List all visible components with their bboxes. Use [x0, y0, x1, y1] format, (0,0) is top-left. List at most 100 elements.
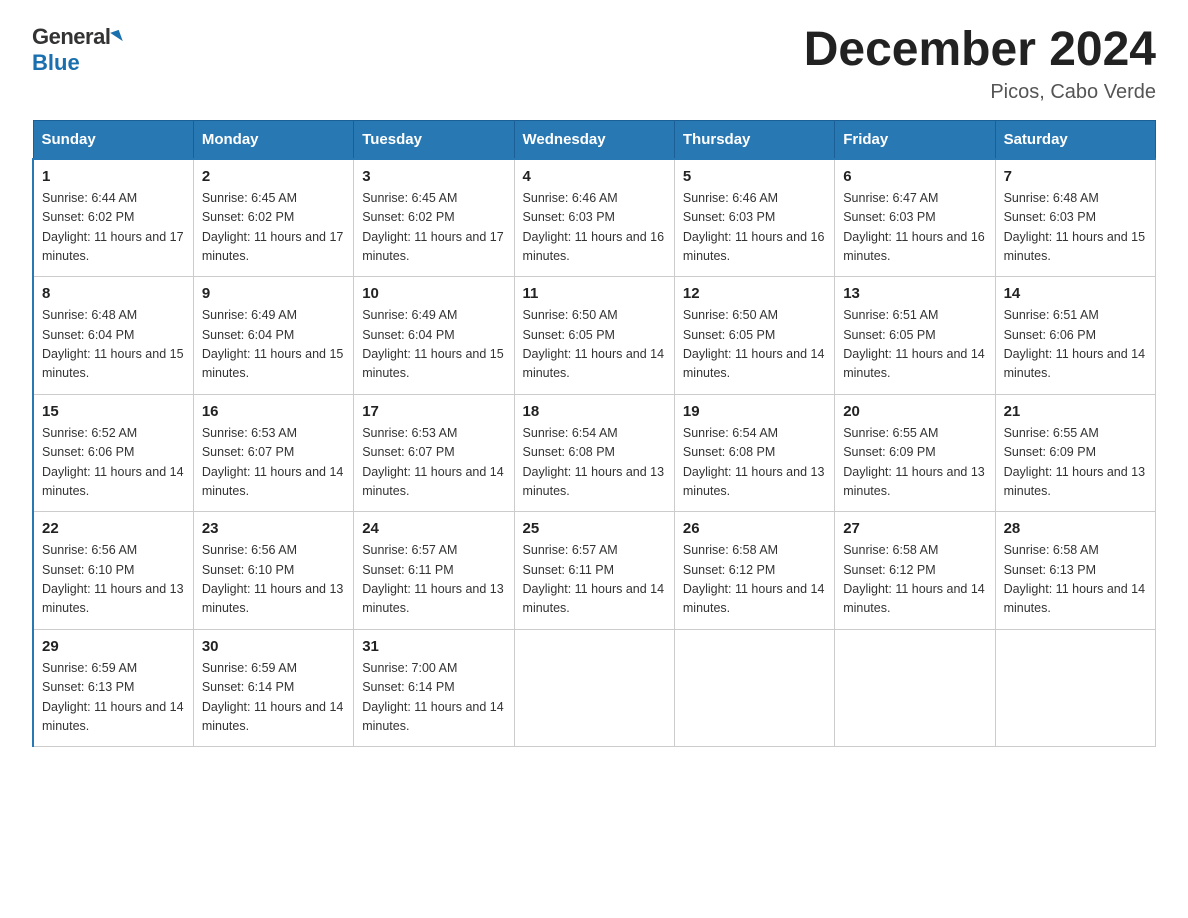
logo-general-text: General — [32, 24, 110, 50]
weekday-header-thursday: Thursday — [674, 120, 834, 159]
day-info: Sunrise: 6:55 AMSunset: 6:09 PMDaylight:… — [843, 426, 985, 498]
logo: General Blue — [32, 24, 121, 76]
day-info: Sunrise: 6:57 AMSunset: 6:11 PMDaylight:… — [523, 543, 665, 615]
day-number: 13 — [843, 285, 986, 302]
day-info: Sunrise: 6:58 AMSunset: 6:13 PMDaylight:… — [1004, 543, 1146, 615]
day-number: 8 — [42, 285, 185, 302]
day-info: Sunrise: 6:49 AMSunset: 6:04 PMDaylight:… — [202, 308, 344, 380]
calendar-cell: 31 Sunrise: 7:00 AMSunset: 6:14 PMDaylig… — [354, 629, 514, 747]
day-number: 2 — [202, 168, 345, 185]
calendar-subtitle: Picos, Cabo Verde — [804, 81, 1156, 104]
day-number: 7 — [1004, 168, 1147, 185]
calendar-cell: 4 Sunrise: 6:46 AMSunset: 6:03 PMDayligh… — [514, 159, 674, 277]
day-info: Sunrise: 6:53 AMSunset: 6:07 PMDaylight:… — [202, 426, 344, 498]
calendar-cell: 2 Sunrise: 6:45 AMSunset: 6:02 PMDayligh… — [193, 159, 353, 277]
day-number: 4 — [523, 168, 666, 185]
day-number: 26 — [683, 520, 826, 537]
calendar-title: December 2024 — [804, 24, 1156, 77]
calendar-cell: 25 Sunrise: 6:57 AMSunset: 6:11 PMDaylig… — [514, 512, 674, 630]
calendar-cell: 15 Sunrise: 6:52 AMSunset: 6:06 PMDaylig… — [33, 394, 193, 512]
calendar-cell: 22 Sunrise: 6:56 AMSunset: 6:10 PMDaylig… — [33, 512, 193, 630]
weekday-header-friday: Friday — [835, 120, 995, 159]
day-number: 24 — [362, 520, 505, 537]
logo-arrow-icon — [111, 30, 124, 44]
day-info: Sunrise: 6:56 AMSunset: 6:10 PMDaylight:… — [42, 543, 184, 615]
day-info: Sunrise: 6:44 AMSunset: 6:02 PMDaylight:… — [42, 191, 184, 263]
day-info: Sunrise: 6:51 AMSunset: 6:06 PMDaylight:… — [1004, 308, 1146, 380]
calendar-cell: 19 Sunrise: 6:54 AMSunset: 6:08 PMDaylig… — [674, 394, 834, 512]
day-info: Sunrise: 6:59 AMSunset: 6:13 PMDaylight:… — [42, 661, 184, 733]
day-number: 25 — [523, 520, 666, 537]
day-info: Sunrise: 6:53 AMSunset: 6:07 PMDaylight:… — [362, 426, 504, 498]
day-number: 5 — [683, 168, 826, 185]
week-row-5: 29 Sunrise: 6:59 AMSunset: 6:13 PMDaylig… — [33, 629, 1156, 747]
day-number: 30 — [202, 638, 345, 655]
week-row-3: 15 Sunrise: 6:52 AMSunset: 6:06 PMDaylig… — [33, 394, 1156, 512]
calendar-cell: 1 Sunrise: 6:44 AMSunset: 6:02 PMDayligh… — [33, 159, 193, 277]
day-info: Sunrise: 6:54 AMSunset: 6:08 PMDaylight:… — [683, 426, 825, 498]
day-info: Sunrise: 6:56 AMSunset: 6:10 PMDaylight:… — [202, 543, 344, 615]
logo-blue-text: Blue — [32, 50, 80, 76]
day-number: 17 — [362, 403, 505, 420]
calendar-body: 1 Sunrise: 6:44 AMSunset: 6:02 PMDayligh… — [33, 159, 1156, 747]
day-info: Sunrise: 6:46 AMSunset: 6:03 PMDaylight:… — [683, 191, 825, 263]
week-row-1: 1 Sunrise: 6:44 AMSunset: 6:02 PMDayligh… — [33, 159, 1156, 277]
calendar-cell: 26 Sunrise: 6:58 AMSunset: 6:12 PMDaylig… — [674, 512, 834, 630]
calendar-cell — [674, 629, 834, 747]
day-info: Sunrise: 6:46 AMSunset: 6:03 PMDaylight:… — [523, 191, 665, 263]
week-row-4: 22 Sunrise: 6:56 AMSunset: 6:10 PMDaylig… — [33, 512, 1156, 630]
day-info: Sunrise: 6:47 AMSunset: 6:03 PMDaylight:… — [843, 191, 985, 263]
day-number: 11 — [523, 285, 666, 302]
day-info: Sunrise: 6:50 AMSunset: 6:05 PMDaylight:… — [683, 308, 825, 380]
calendar-cell: 3 Sunrise: 6:45 AMSunset: 6:02 PMDayligh… — [354, 159, 514, 277]
day-number: 20 — [843, 403, 986, 420]
day-info: Sunrise: 6:45 AMSunset: 6:02 PMDaylight:… — [202, 191, 344, 263]
day-number: 19 — [683, 403, 826, 420]
day-info: Sunrise: 6:48 AMSunset: 6:03 PMDaylight:… — [1004, 191, 1146, 263]
calendar-cell: 18 Sunrise: 6:54 AMSunset: 6:08 PMDaylig… — [514, 394, 674, 512]
calendar-cell: 8 Sunrise: 6:48 AMSunset: 6:04 PMDayligh… — [33, 277, 193, 395]
calendar-cell: 23 Sunrise: 6:56 AMSunset: 6:10 PMDaylig… — [193, 512, 353, 630]
day-number: 10 — [362, 285, 505, 302]
calendar-cell — [835, 629, 995, 747]
calendar-cell: 29 Sunrise: 6:59 AMSunset: 6:13 PMDaylig… — [33, 629, 193, 747]
day-info: Sunrise: 6:55 AMSunset: 6:09 PMDaylight:… — [1004, 426, 1146, 498]
day-info: Sunrise: 6:57 AMSunset: 6:11 PMDaylight:… — [362, 543, 504, 615]
day-number: 29 — [42, 638, 185, 655]
calendar-cell: 11 Sunrise: 6:50 AMSunset: 6:05 PMDaylig… — [514, 277, 674, 395]
day-info: Sunrise: 6:52 AMSunset: 6:06 PMDaylight:… — [42, 426, 184, 498]
calendar-cell: 17 Sunrise: 6:53 AMSunset: 6:07 PMDaylig… — [354, 394, 514, 512]
calendar-cell: 28 Sunrise: 6:58 AMSunset: 6:13 PMDaylig… — [995, 512, 1155, 630]
day-number: 31 — [362, 638, 505, 655]
day-number: 3 — [362, 168, 505, 185]
day-info: Sunrise: 6:59 AMSunset: 6:14 PMDaylight:… — [202, 661, 344, 733]
day-number: 9 — [202, 285, 345, 302]
calendar-cell: 5 Sunrise: 6:46 AMSunset: 6:03 PMDayligh… — [674, 159, 834, 277]
day-info: Sunrise: 6:45 AMSunset: 6:02 PMDaylight:… — [362, 191, 504, 263]
day-number: 18 — [523, 403, 666, 420]
week-row-2: 8 Sunrise: 6:48 AMSunset: 6:04 PMDayligh… — [33, 277, 1156, 395]
day-number: 23 — [202, 520, 345, 537]
weekday-header-monday: Monday — [193, 120, 353, 159]
day-info: Sunrise: 6:49 AMSunset: 6:04 PMDaylight:… — [362, 308, 504, 380]
day-number: 16 — [202, 403, 345, 420]
calendar-cell: 9 Sunrise: 6:49 AMSunset: 6:04 PMDayligh… — [193, 277, 353, 395]
calendar-cell: 21 Sunrise: 6:55 AMSunset: 6:09 PMDaylig… — [995, 394, 1155, 512]
day-info: Sunrise: 6:48 AMSunset: 6:04 PMDaylight:… — [42, 308, 184, 380]
weekday-header-sunday: Sunday — [33, 120, 193, 159]
calendar-cell: 16 Sunrise: 6:53 AMSunset: 6:07 PMDaylig… — [193, 394, 353, 512]
weekday-header-wednesday: Wednesday — [514, 120, 674, 159]
calendar-cell: 30 Sunrise: 6:59 AMSunset: 6:14 PMDaylig… — [193, 629, 353, 747]
calendar-cell: 10 Sunrise: 6:49 AMSunset: 6:04 PMDaylig… — [354, 277, 514, 395]
calendar-cell: 7 Sunrise: 6:48 AMSunset: 6:03 PMDayligh… — [995, 159, 1155, 277]
calendar-cell: 24 Sunrise: 6:57 AMSunset: 6:11 PMDaylig… — [354, 512, 514, 630]
calendar-cell: 12 Sunrise: 6:50 AMSunset: 6:05 PMDaylig… — [674, 277, 834, 395]
day-info: Sunrise: 6:58 AMSunset: 6:12 PMDaylight:… — [843, 543, 985, 615]
calendar-cell: 27 Sunrise: 6:58 AMSunset: 6:12 PMDaylig… — [835, 512, 995, 630]
day-number: 22 — [42, 520, 185, 537]
day-number: 12 — [683, 285, 826, 302]
calendar-cell: 6 Sunrise: 6:47 AMSunset: 6:03 PMDayligh… — [835, 159, 995, 277]
day-info: Sunrise: 6:58 AMSunset: 6:12 PMDaylight:… — [683, 543, 825, 615]
weekday-header-row: SundayMondayTuesdayWednesdayThursdayFrid… — [33, 120, 1156, 159]
calendar-header: SundayMondayTuesdayWednesdayThursdayFrid… — [33, 120, 1156, 159]
